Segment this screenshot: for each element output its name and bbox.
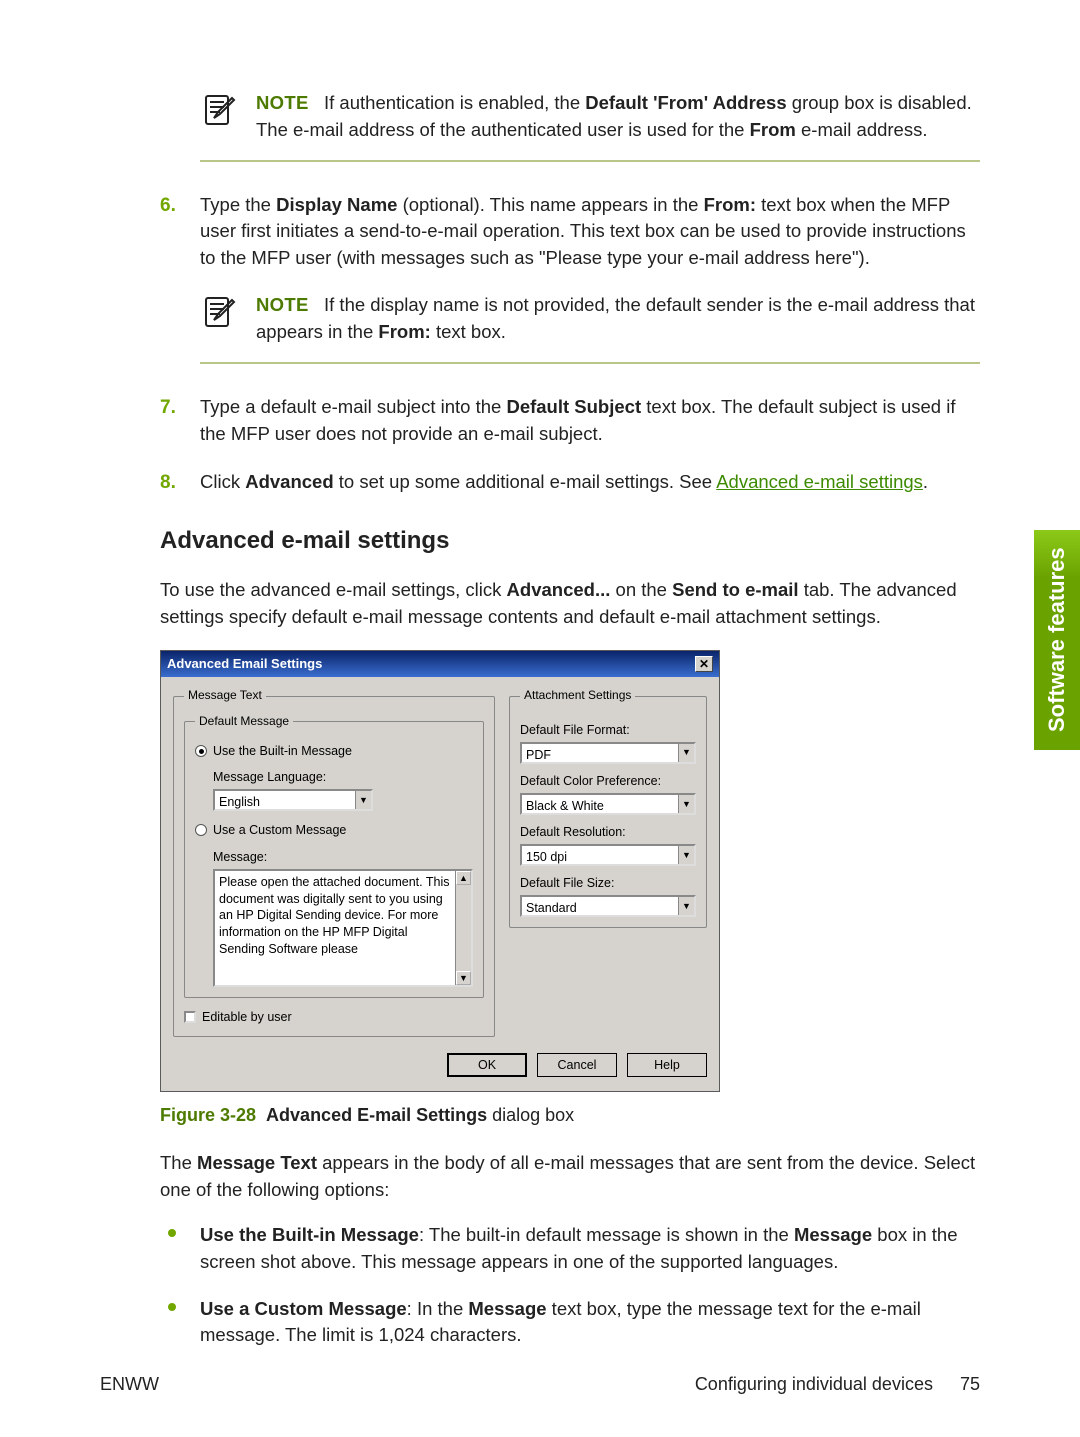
help-button[interactable]: Help <box>627 1053 707 1077</box>
radio-custom[interactable]: Use a Custom Message <box>195 821 473 839</box>
resolution-select[interactable]: 150 dpi▼ <box>520 844 696 866</box>
page-footer: ENWW Configuring individual devices 75 <box>100 1371 980 1397</box>
default-message-group: Default Message Use the Built-in Message… <box>184 713 484 998</box>
file-size-label: Default File Size: <box>520 874 696 892</box>
note-label: NOTE <box>256 92 309 113</box>
figure-caption: Figure 3-28 Advanced E-mail Settings dia… <box>160 1102 980 1128</box>
radio-icon <box>195 824 207 836</box>
dialog-title: Advanced Email Settings <box>167 655 322 674</box>
section-title: Advanced e-mail settings <box>160 524 980 559</box>
chapter-tab: Software features <box>1034 530 1080 750</box>
scroll-down-icon[interactable]: ▼ <box>456 971 471 985</box>
advanced-email-settings-dialog: Advanced Email Settings ✕ Message Text D… <box>160 650 720 1092</box>
chevron-down-icon: ▼ <box>678 897 694 915</box>
close-icon[interactable]: ✕ <box>695 656 713 672</box>
message-text-paragraph: The Message Text appears in the body of … <box>160 1150 980 1204</box>
note-block-1: NOTE If authentication is enabled, the D… <box>200 90 980 162</box>
radio-icon <box>195 745 207 757</box>
note-block-2: NOTE If the display name is not provided… <box>200 292 980 364</box>
scrollbar[interactable]: ▲ ▼ <box>455 871 471 985</box>
color-pref-select[interactable]: Black & White▼ <box>520 793 696 815</box>
language-select[interactable]: English ▼ <box>213 789 373 811</box>
language-label: Message Language: <box>213 768 473 786</box>
note-icon <box>200 294 240 334</box>
chevron-down-icon: ▼ <box>678 795 694 813</box>
bullet-builtin: Use the Built-in Message: The built-in d… <box>160 1222 980 1276</box>
ok-button[interactable]: OK <box>447 1053 527 1077</box>
color-pref-label: Default Color Preference: <box>520 772 696 790</box>
scroll-up-icon[interactable]: ▲ <box>456 871 471 885</box>
resolution-label: Default Resolution: <box>520 823 696 841</box>
step-6: 6. Type the Display Name (optional). Thi… <box>160 192 980 364</box>
note-label: NOTE <box>256 294 309 315</box>
footer-left: ENWW <box>100 1371 159 1397</box>
cancel-button[interactable]: Cancel <box>537 1053 617 1077</box>
bullet-custom: Use a Custom Message: In the Message tex… <box>160 1296 980 1350</box>
radio-builtin[interactable]: Use the Built-in Message <box>195 742 473 760</box>
note-icon <box>200 92 240 132</box>
chevron-down-icon: ▼ <box>355 791 371 809</box>
file-format-label: Default File Format: <box>520 721 696 739</box>
note-text: NOTE If the display name is not provided… <box>256 292 980 346</box>
custom-message-textarea[interactable]: Please open the attached document. This … <box>213 869 473 987</box>
step-7: 7. Type a default e-mail subject into th… <box>160 394 980 448</box>
checkbox-icon <box>184 1011 196 1023</box>
chevron-down-icon: ▼ <box>678 846 694 864</box>
footer-section: Configuring individual devices <box>695 1374 933 1394</box>
advanced-settings-link[interactable]: Advanced e-mail settings <box>716 471 923 492</box>
message-text-group: Message Text Default Message Use the Bui… <box>173 687 495 1036</box>
editable-by-user-checkbox[interactable]: Editable by user <box>184 1008 484 1026</box>
note-text: NOTE If authentication is enabled, the D… <box>256 90 980 144</box>
page-number: 75 <box>960 1374 980 1394</box>
step-8: 8. Click Advanced to set up some additio… <box>160 469 980 496</box>
message-label: Message: <box>213 848 473 866</box>
dialog-titlebar: Advanced Email Settings ✕ <box>161 651 719 678</box>
attachment-settings-group: Attachment Settings Default File Format:… <box>509 687 707 928</box>
section-intro: To use the advanced e-mail settings, cli… <box>160 577 980 631</box>
file-format-select[interactable]: PDF▼ <box>520 742 696 764</box>
file-size-select[interactable]: Standard▼ <box>520 895 696 917</box>
chevron-down-icon: ▼ <box>678 744 694 762</box>
